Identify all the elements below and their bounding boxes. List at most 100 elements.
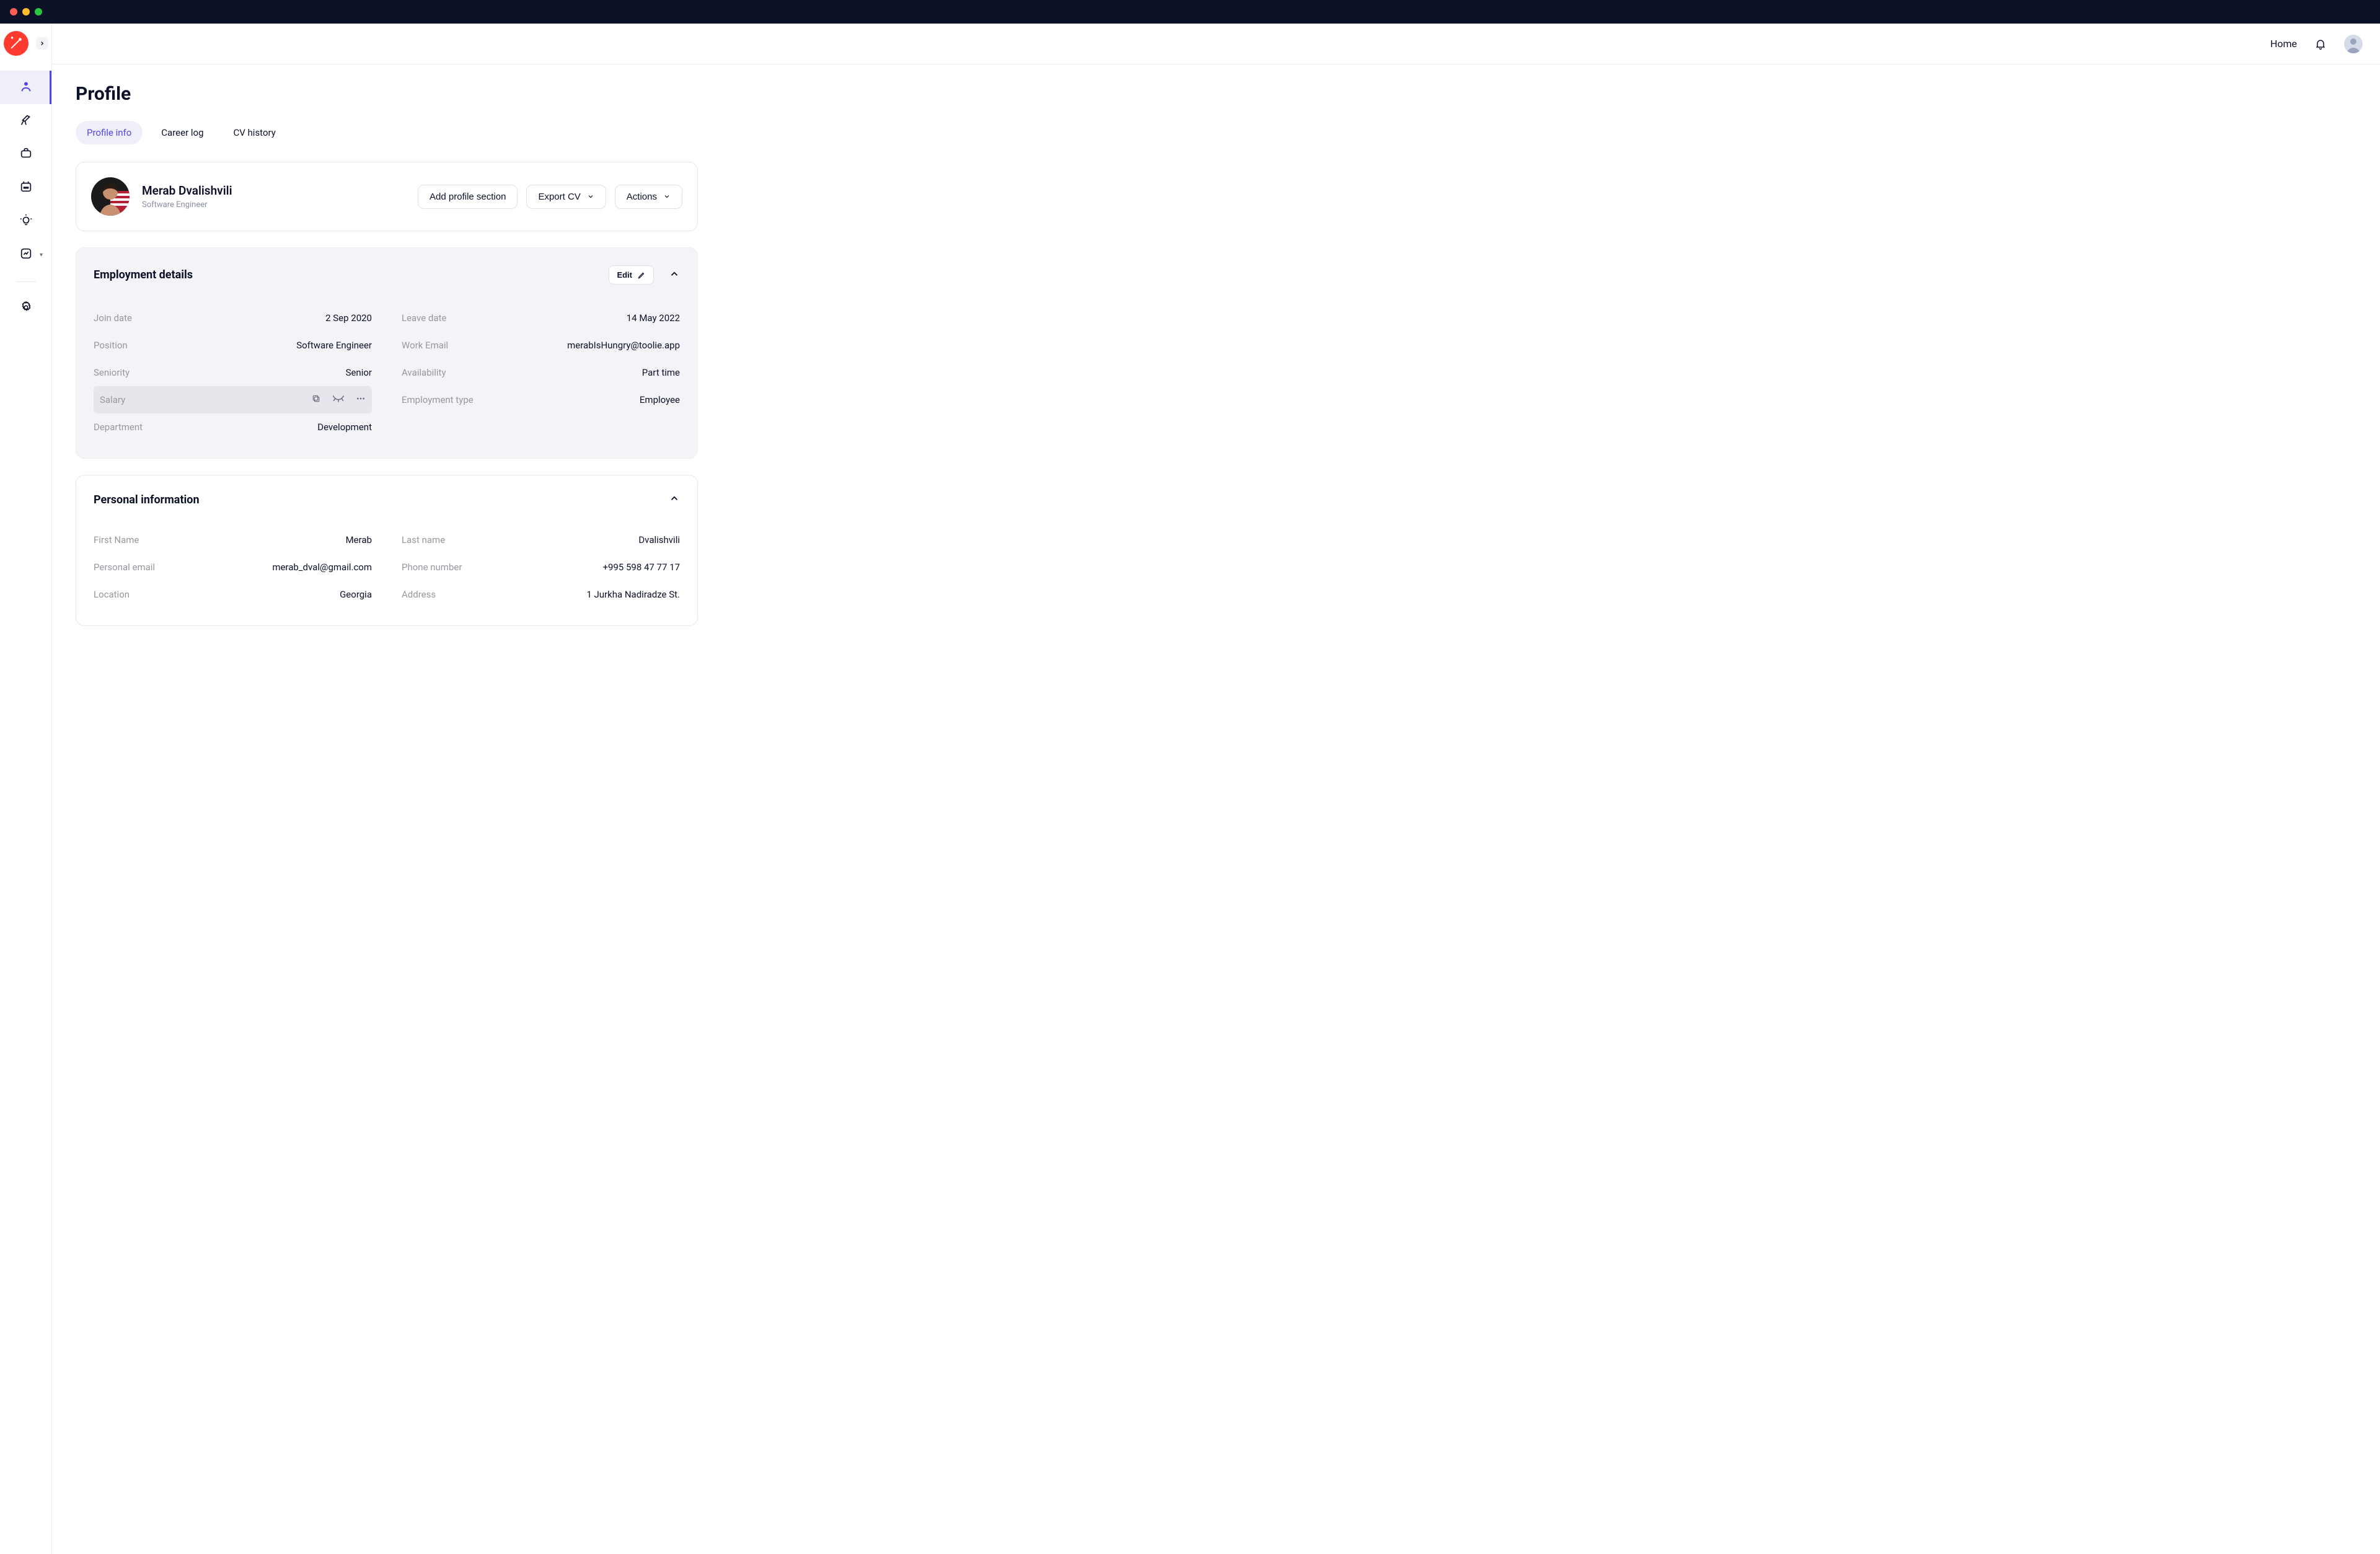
field-label: Last name (402, 534, 445, 545)
chevron-up-icon (669, 268, 680, 280)
profile-role: Software Engineer (142, 200, 232, 210)
field-label: Work Email (402, 340, 448, 351)
field-label: Phone number (402, 562, 462, 573)
sidebar-divider (16, 281, 36, 282)
field-value: Development (317, 422, 372, 433)
collapse-personal-button[interactable] (669, 493, 680, 506)
lightbulb-icon (19, 213, 33, 229)
field-value: 14 May 2022 (627, 312, 680, 324)
window-minimize-button[interactable] (22, 8, 30, 15)
detail-row-work-email: Work Email merabIsHungry@toolie.app (402, 332, 680, 359)
hide-salary-button[interactable] (332, 394, 345, 405)
detail-row-position: Position Software Engineer (94, 332, 372, 359)
button-label: Add profile section (430, 192, 506, 202)
profile-header-card: Merab Dvalishvili Software Engineer Add … (76, 162, 698, 231)
sidebar-item-discover[interactable] (0, 104, 51, 138)
detail-row-last-name: Last name Dvalishvili (402, 526, 680, 554)
personal-information-section: Personal information First Name Merab (76, 475, 698, 626)
field-label: Leave date (402, 312, 446, 324)
field-value: 1 Jurkha Nadiradze St. (586, 589, 680, 600)
edit-employment-button[interactable]: Edit (609, 265, 654, 285)
sidebar-item-briefcase[interactable] (0, 138, 51, 171)
profile-avatar (91, 177, 130, 216)
chevron-down-icon: ▾ (40, 252, 43, 258)
export-cv-button[interactable]: Export CV (526, 185, 606, 209)
tab-cv-history[interactable]: CV history (223, 121, 287, 144)
telescope-icon (19, 113, 33, 129)
user-icon (19, 79, 33, 95)
tab-career-log[interactable]: Career log (150, 121, 214, 144)
field-label: Employment type (402, 394, 474, 405)
calendar-icon (19, 180, 33, 196)
copy-salary-button[interactable] (311, 394, 321, 406)
field-value: Merab (346, 534, 372, 545)
button-label: Actions (627, 192, 657, 202)
field-value: Georgia (340, 589, 372, 600)
detail-row-first-name: First Name Merab (94, 526, 372, 554)
detail-row-join-date: Join date 2 Sep 2020 (94, 304, 372, 332)
sidebar-item-settings[interactable] (0, 292, 51, 325)
window-close-button[interactable] (10, 8, 17, 15)
window-zoom-button[interactable] (35, 8, 42, 15)
sidebar: ▾ (0, 24, 52, 1554)
notifications-button[interactable] (2314, 38, 2327, 50)
detail-row-personal-email: Personal email merab_dval@gmail.com (94, 554, 372, 581)
eye-closed-icon (332, 394, 345, 403)
detail-row-salary: Salary (94, 386, 372, 413)
detail-row-phone: Phone number +995 598 47 77 17 (402, 554, 680, 581)
button-label: Export CV (538, 192, 580, 202)
section-title: Personal information (94, 493, 200, 506)
pencil-icon (637, 271, 646, 280)
tab-profile-info[interactable]: Profile info (76, 121, 143, 144)
field-value: Employee (640, 394, 680, 405)
actions-button[interactable]: Actions (615, 185, 682, 209)
field-label: Availability (402, 367, 446, 378)
detail-row-employment-type: Employment type Employee (402, 386, 680, 413)
detail-row-location: Location Georgia (94, 581, 372, 608)
employment-details-section: Employment details Edit (76, 247, 698, 459)
more-horizontal-icon (356, 394, 366, 404)
collapse-employment-button[interactable] (669, 268, 680, 282)
field-value: Software Engineer (296, 340, 372, 351)
app-logo[interactable] (4, 31, 29, 56)
topbar: Home (52, 24, 2380, 64)
field-value: Senior (346, 367, 372, 378)
field-label: First Name (94, 534, 139, 545)
home-link[interactable]: Home (2270, 38, 2297, 50)
field-label: Personal email (94, 562, 155, 573)
copy-icon (311, 394, 321, 404)
button-label: Edit (617, 270, 632, 280)
gear-icon (19, 301, 33, 317)
sidebar-item-profile[interactable] (0, 71, 51, 104)
field-value: Part time (642, 367, 680, 378)
sidebar-expand-button[interactable] (36, 37, 48, 50)
detail-row-department: Department Development (94, 413, 372, 441)
field-value: +995 598 47 77 17 (602, 562, 680, 573)
field-label: Address (402, 589, 436, 600)
field-label: Position (94, 340, 128, 351)
field-label: Salary (100, 394, 125, 405)
window-titlebar (0, 0, 2380, 24)
tabs: Profile info Career log CV history (76, 121, 698, 144)
field-value: 2 Sep 2020 (325, 312, 372, 324)
chevron-up-icon (669, 493, 680, 504)
field-value: merab_dval@gmail.com (272, 562, 372, 573)
field-label: Join date (94, 312, 132, 324)
detail-row-leave-date: Leave date 14 May 2022 (402, 304, 680, 332)
current-user-avatar[interactable] (2344, 35, 2363, 53)
detail-row-availability: Availability Part time (402, 359, 680, 386)
detail-row-address: Address 1 Jurkha Nadiradze St. (402, 581, 680, 608)
sidebar-item-calendar[interactable] (0, 171, 51, 205)
field-value: Dvalishvili (638, 534, 680, 545)
chevron-down-icon (587, 193, 594, 200)
page-title: Profile (76, 83, 698, 105)
add-profile-section-button[interactable]: Add profile section (418, 185, 518, 209)
briefcase-icon (19, 146, 33, 162)
profile-name: Merab Dvalishvili (142, 183, 232, 198)
section-title: Employment details (94, 268, 193, 281)
sidebar-item-analytics[interactable]: ▾ (0, 238, 51, 272)
field-label: Location (94, 589, 130, 600)
sidebar-item-ideas[interactable] (0, 205, 51, 238)
salary-more-button[interactable] (356, 394, 366, 406)
field-label: Seniority (94, 367, 130, 378)
